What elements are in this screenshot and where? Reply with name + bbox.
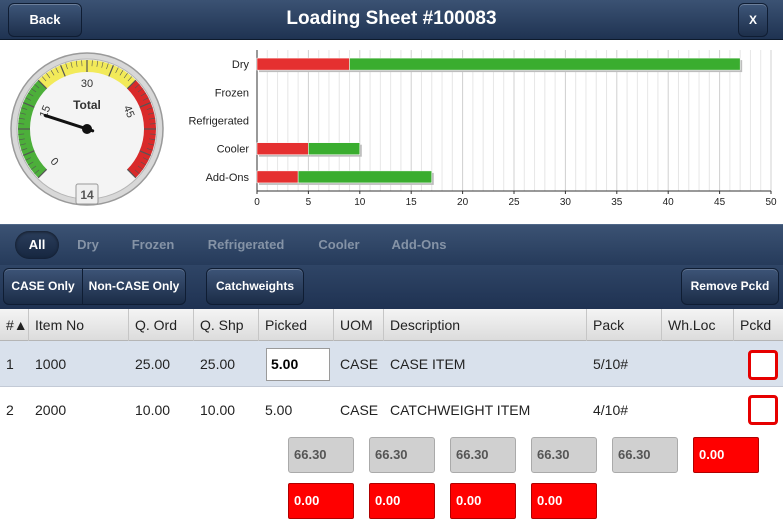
table-row[interactable]: 1 1000 25.00 25.00 5.00 CASE CASE ITEM 5… bbox=[0, 341, 783, 387]
column-header-num[interactable]: #▲ bbox=[0, 309, 29, 341]
filter-tab-refrigerated[interactable]: Refrigerated bbox=[198, 231, 294, 259]
x-tick-label: 5 bbox=[306, 197, 312, 208]
bar-segment-red bbox=[256, 142, 309, 155]
catchweight-value[interactable]: 66.30 bbox=[288, 437, 354, 473]
row-wh-loc bbox=[662, 387, 668, 433]
filter-tab-dry[interactable]: Dry bbox=[68, 231, 108, 259]
catchweight-input[interactable]: 0.00 bbox=[288, 483, 354, 519]
column-header-wh-loc[interactable]: Wh.Loc bbox=[662, 309, 734, 341]
row-description: CASE ITEM bbox=[390, 356, 466, 372]
filter-bar: All Dry Frozen Refrigerated Cooler Add-O… bbox=[0, 224, 783, 265]
close-button[interactable]: X bbox=[738, 3, 768, 37]
row-pack: 4/10# bbox=[593, 402, 629, 418]
row-q-ord: 25.00 bbox=[135, 356, 171, 372]
filter-tab-add-ons[interactable]: Add-Ons bbox=[384, 231, 454, 259]
column-header-pckd[interactable]: Pckd bbox=[734, 309, 783, 341]
row-q-ord: 10.00 bbox=[135, 402, 171, 418]
catchweight-input[interactable]: 0.00 bbox=[450, 483, 516, 519]
catchweight-value[interactable]: 66.30 bbox=[531, 437, 597, 473]
catchweight-value[interactable]: 66.30 bbox=[369, 437, 435, 473]
category-label: Cooler bbox=[217, 144, 250, 156]
category-label: Refrigerated bbox=[188, 116, 249, 128]
x-tick-label: 35 bbox=[611, 197, 623, 208]
column-header-description[interactable]: Description bbox=[384, 309, 587, 341]
category-label: Frozen bbox=[215, 87, 249, 99]
catchweight-panel: 66.30 66.30 66.30 66.30 66.30 0.00 0.00 … bbox=[0, 433, 783, 527]
filter-tab-cooler[interactable]: Cooler bbox=[308, 231, 370, 259]
loading-bar-chart: 0 5 10 15 20 25 30 35 40 45 50 Dry Frozen Refrigerate… bbox=[188, 50, 777, 208]
filter-tab-frozen[interactable]: Frozen bbox=[122, 231, 184, 259]
table-header: #▲ Item No Q. Ord Q. Shp Picked UOM Desc… bbox=[0, 309, 783, 341]
row-uom: CASE bbox=[340, 356, 379, 372]
row-uom: CASE bbox=[340, 402, 379, 418]
x-tick-label: 40 bbox=[663, 197, 675, 208]
column-header-picked[interactable]: Picked bbox=[259, 309, 334, 341]
catchweight-input[interactable]: 0.00 bbox=[369, 483, 435, 519]
column-header-pack[interactable]: Pack bbox=[587, 309, 662, 341]
pckd-checkbox[interactable] bbox=[748, 395, 778, 425]
pckd-checkbox[interactable] bbox=[748, 350, 778, 380]
column-header-uom[interactable]: UOM bbox=[334, 309, 384, 341]
row-q-shp: 25.00 bbox=[200, 356, 236, 372]
bar-segment-red bbox=[256, 57, 350, 71]
column-header-q-ord[interactable]: Q. Ord bbox=[129, 309, 194, 341]
action-bar: CASE Only Non-CASE Only Catchweights Rem… bbox=[0, 265, 783, 309]
x-tick-label: 20 bbox=[457, 197, 469, 208]
catchweight-input[interactable]: 0.00 bbox=[693, 437, 759, 473]
row-q-shp: 10.00 bbox=[200, 402, 236, 418]
page-title: Loading Sheet #100083 bbox=[286, 8, 497, 29]
x-tick-label: 15 bbox=[406, 197, 418, 208]
category-label: Add-Ons bbox=[206, 172, 250, 184]
category-label: Dry bbox=[232, 59, 250, 71]
header-bar: Loading Sheet #100083 Back X bbox=[0, 0, 783, 40]
x-tick-label: 50 bbox=[765, 197, 777, 208]
row-num: 1 bbox=[6, 356, 14, 372]
summary-panel: 0 15 30 45 Total 14 0 5 10 15 20 25 30 35 40 45 50 Dry Fr… bbox=[0, 40, 783, 224]
row-description: CATCHWEIGHT ITEM bbox=[390, 402, 531, 418]
catchweights-button[interactable]: Catchweights bbox=[206, 268, 304, 305]
x-tick-label: 25 bbox=[508, 197, 520, 208]
case-only-button[interactable]: CASE Only bbox=[3, 268, 83, 305]
row-num: 2 bbox=[6, 402, 14, 418]
catchweight-input[interactable]: 0.00 bbox=[531, 483, 597, 519]
row-picked: 5.00 bbox=[265, 402, 293, 418]
row-item-no: 1000 bbox=[35, 356, 67, 372]
bar-segment-green bbox=[349, 57, 741, 71]
table-row[interactable]: 2 2000 10.00 10.00 5.00 CASE CATCHWEIGHT… bbox=[0, 387, 783, 433]
remove-pckd-button[interactable]: Remove Pckd bbox=[681, 268, 779, 305]
row-item-no: 2000 bbox=[35, 402, 67, 418]
x-tick-label: 0 bbox=[254, 197, 260, 208]
non-case-only-button[interactable]: Non-CASE Only bbox=[82, 268, 186, 305]
catchweight-value[interactable]: 66.30 bbox=[450, 437, 516, 473]
row-wh-loc bbox=[662, 341, 668, 387]
x-tick-label: 10 bbox=[354, 197, 366, 208]
picked-input[interactable]: 5.00 bbox=[266, 348, 330, 381]
column-header-q-shp[interactable]: Q. Shp bbox=[194, 309, 259, 341]
filter-tab-all[interactable]: All bbox=[15, 231, 59, 259]
column-header-item-no[interactable]: Item No bbox=[29, 309, 129, 341]
back-button[interactable]: Back bbox=[8, 3, 82, 37]
bar-segment-red bbox=[256, 170, 299, 184]
bar-segment-green bbox=[297, 170, 433, 184]
row-pack: 5/10# bbox=[593, 356, 629, 372]
catchweight-value[interactable]: 66.30 bbox=[612, 437, 678, 473]
x-tick-label: 30 bbox=[560, 197, 572, 208]
x-tick-label: 45 bbox=[714, 197, 726, 208]
bar-segment-green bbox=[308, 142, 361, 155]
